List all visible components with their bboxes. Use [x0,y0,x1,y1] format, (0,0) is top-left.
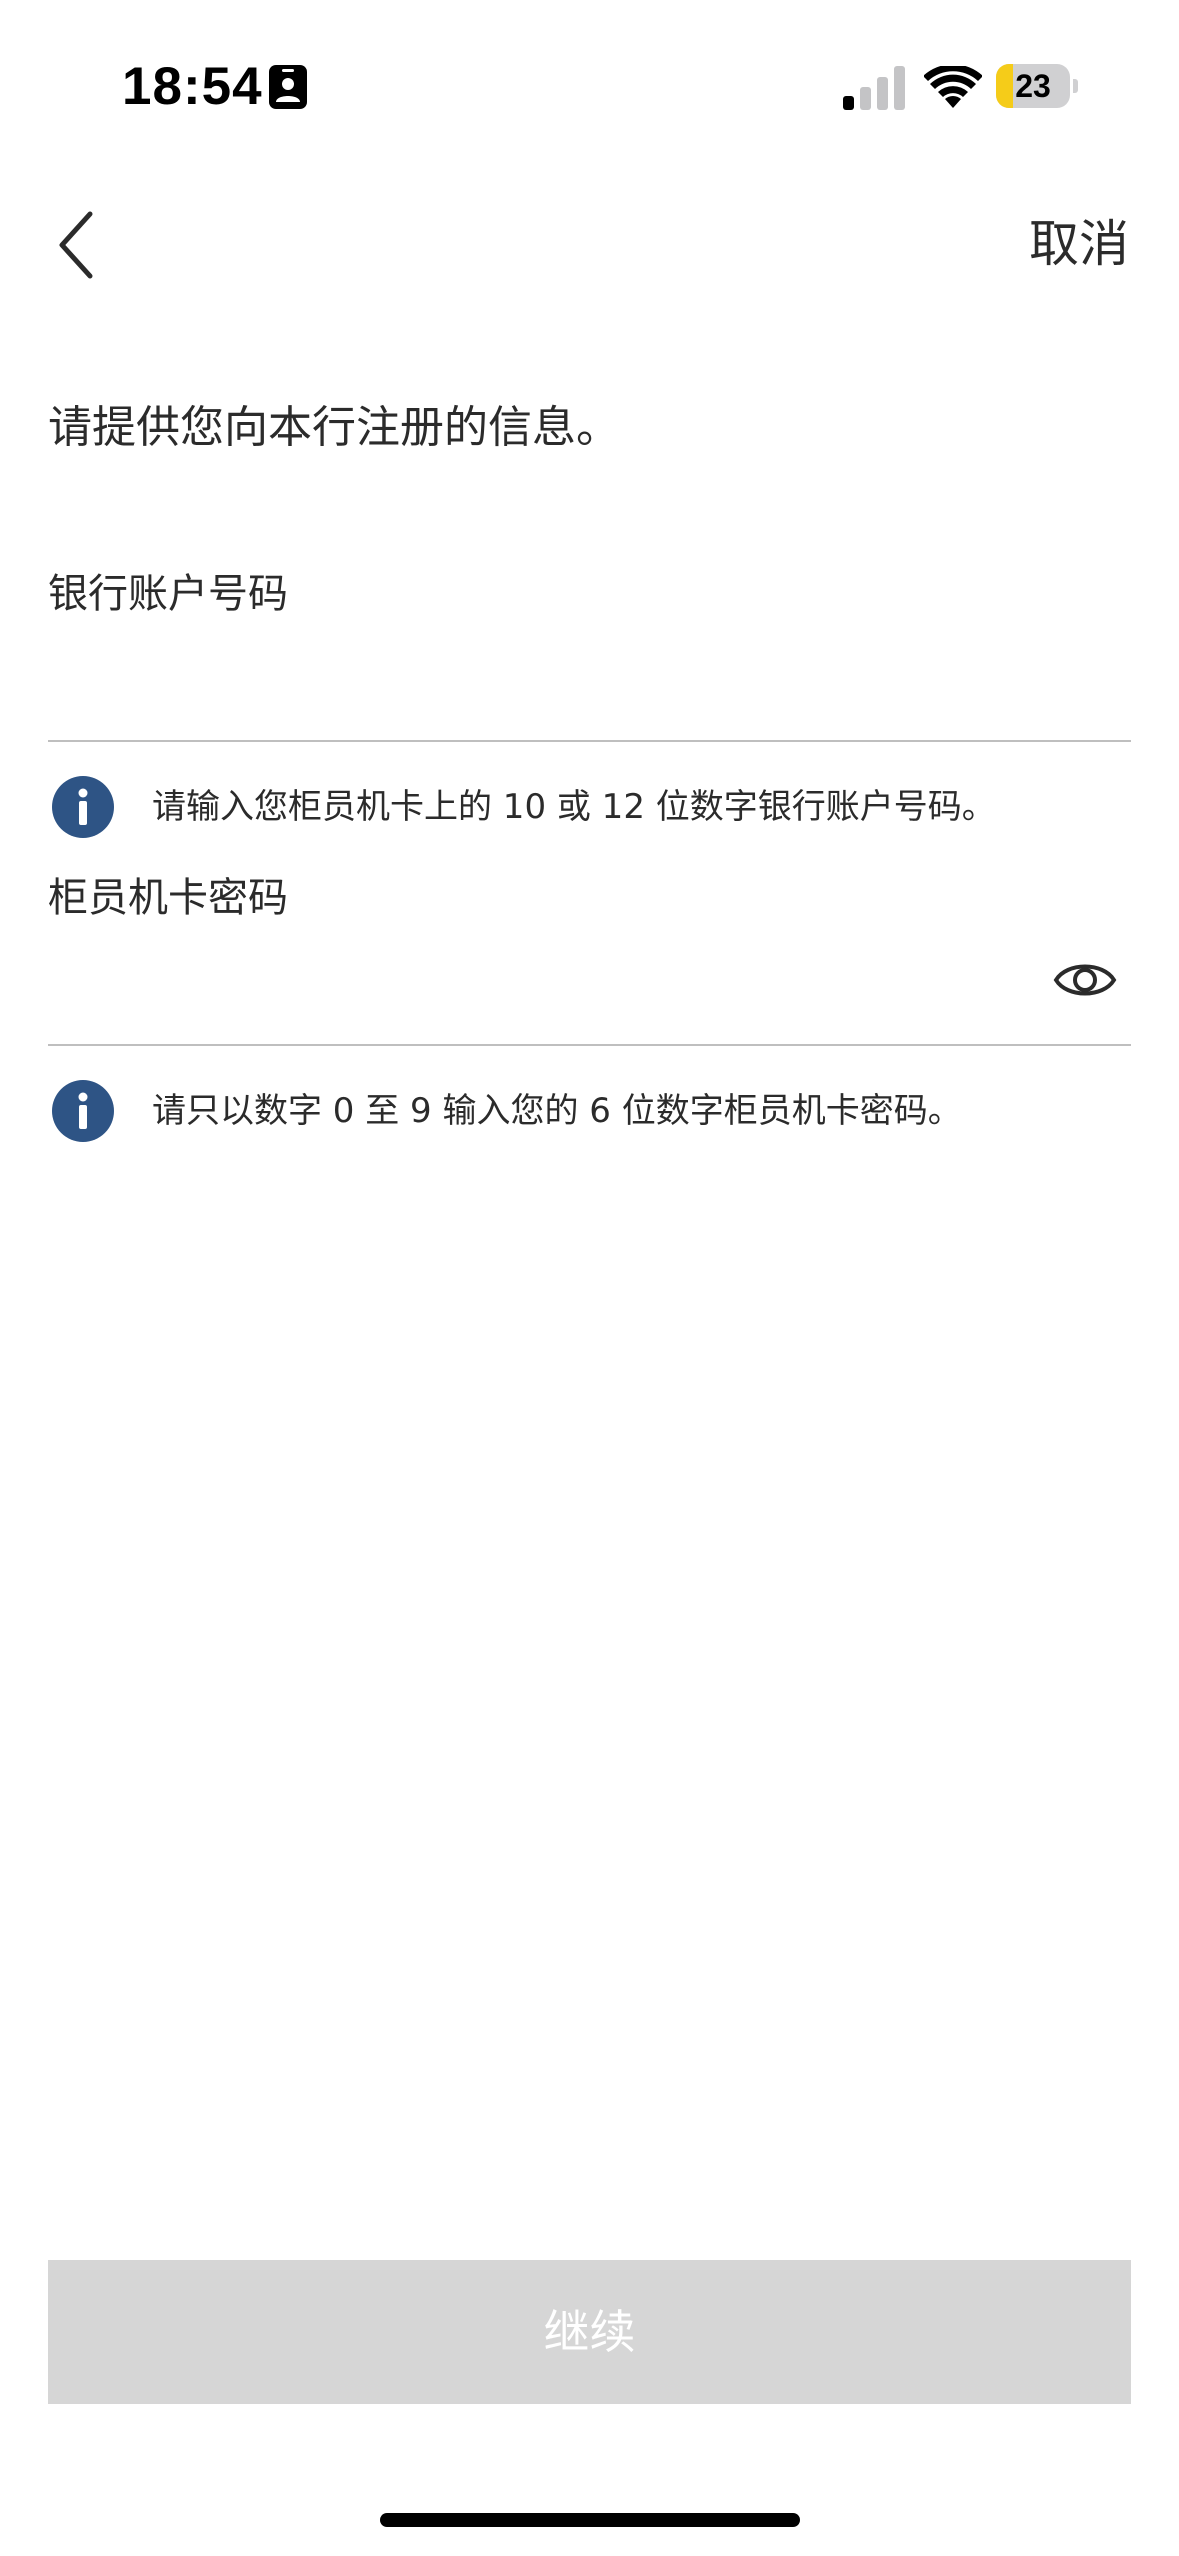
status-bar: 18:54 23 [0,0,1179,175]
instruction-text: 请提供您向本行注册的信息。 [48,402,620,453]
pin-hint: 请只以数字 0 至 9 输入您的 6 位数字柜员机卡密码。 [52,1078,1132,1144]
account-number-hint-text: 请输入您柜员机卡上的 10 或 12 位数字银行账户号码。 [152,787,996,827]
cancel-button[interactable]: 取消 [1029,210,1129,278]
status-time: 18:54 [122,57,263,116]
battery-body: 23 [996,64,1070,108]
account-number-label: 银行账户号码 [48,571,288,617]
account-number-hint: 请输入您柜员机卡上的 10 或 12 位数字银行账户号码。 [52,774,1132,840]
pin-input[interactable] [48,942,1038,1022]
home-indicator[interactable] [380,2513,800,2527]
pin-underline [48,1044,1131,1046]
info-icon [52,1080,114,1142]
cellular-signal-icon [843,66,905,110]
eye-icon [1053,964,1117,996]
battery-cap [1073,79,1078,93]
back-button[interactable] [50,200,110,290]
wifi-icon [924,66,982,108]
show-password-button[interactable] [1053,954,1117,1006]
chevron-left-icon [59,211,93,279]
pin-label: 柜员机卡密码 [48,875,288,921]
continue-button[interactable]: 继续 [48,2260,1131,2404]
info-icon [52,776,114,838]
account-login-screen: 18:54 23 取消 请提供您向本行注册的信息。 银行账户号码 请输入您柜员机… [0,0,1179,2556]
pin-hint-text: 请只以数字 0 至 9 输入您的 6 位数字柜员机卡密码。 [152,1091,962,1131]
battery-level: 23 [1015,68,1051,104]
account-number-underline [48,740,1131,742]
account-number-input[interactable] [48,650,1131,730]
contact-card-icon [269,65,307,109]
battery-indicator: 23 [996,64,1080,108]
